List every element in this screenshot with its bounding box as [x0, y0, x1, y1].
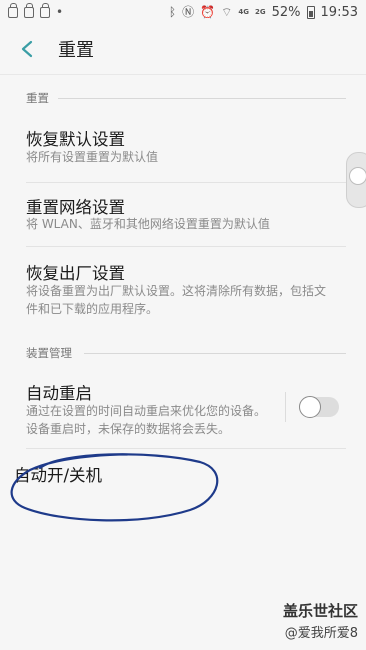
- chevron-left-icon: [21, 40, 33, 58]
- toggle-separator: [285, 392, 286, 422]
- auto-restart-toggle[interactable]: [299, 396, 339, 418]
- item-divider: [26, 246, 346, 247]
- item-title: 恢复出厂设置: [26, 264, 125, 283]
- item-restore-defaults[interactable]: 恢复默认设置 将所有设置重置为默认值: [0, 118, 366, 180]
- battery-icon: [306, 5, 315, 19]
- app-header: 重置: [0, 24, 366, 74]
- page-title: 重置: [58, 40, 94, 61]
- item-desc: 通过在设置的时间自动重启来优化您的设备。设备重启时，未保存的数据将会丢失。: [26, 404, 267, 436]
- item-title: 恢复默认设置: [26, 130, 125, 149]
- wifi-icon: ⌔: [221, 5, 233, 19]
- status-right: ᛒ Ⓝ ⏰ ⌔ 4G 2G 52% 19:53: [169, 5, 358, 20]
- watermark-logo: 盖乐世社区: [282, 602, 358, 620]
- alarm-icon: ⏰: [200, 5, 216, 19]
- section-rule: [84, 353, 346, 354]
- toggle-knob: [299, 396, 321, 418]
- bear-face-icon: [349, 167, 366, 185]
- network-4g-label: 4G: [238, 7, 249, 16]
- item-reset-network[interactable]: 重置网络设置 将 WLAN、蓝牙和其他网络设置重置为默认值: [0, 184, 366, 246]
- item-desc: 将设备重置为出厂默认设置。这将清除所有数据，包括文件和已下载的应用程序。: [26, 284, 327, 316]
- section-label-device-management: 装置管理: [26, 346, 72, 360]
- header-divider: [0, 74, 366, 75]
- network-4g-2g-label: 2G: [255, 7, 266, 16]
- item-desc: 将所有设置重置为默认值: [26, 150, 159, 164]
- status-bar: • ᛒ Ⓝ ⏰ ⌔ 4G 2G 52% 19:53: [0, 0, 366, 24]
- item-title: 自动开/关机: [14, 466, 103, 485]
- clock-time: 19:53: [320, 4, 358, 20]
- item-title: 自动重启: [26, 384, 92, 403]
- bluetooth-icon: ᛒ: [168, 5, 177, 19]
- shopping-bag-icon: [8, 2, 18, 18]
- more-dots-icon: •: [56, 5, 64, 19]
- back-button[interactable]: [16, 36, 42, 62]
- battery-percent: 52%: [271, 4, 301, 20]
- item-factory-reset[interactable]: 恢复出厂设置 将设备重置为出厂默认设置。这将清除所有数据，包括文件和已下载的应用…: [0, 250, 366, 330]
- item-divider: [26, 448, 346, 449]
- nfc-icon: Ⓝ: [182, 5, 195, 19]
- edge-panel-handle[interactable]: [346, 152, 366, 208]
- item-desc: 将 WLAN、蓝牙和其他网络设置重置为默认值: [26, 217, 270, 231]
- watermark-user: @爱我所爱8: [284, 626, 358, 641]
- shopping-bag-icon: [24, 2, 34, 18]
- section-rule: [58, 98, 346, 99]
- section-label-reset: 重置: [26, 91, 49, 105]
- status-left: •: [8, 2, 64, 19]
- shopping-bag-icon: [40, 2, 50, 18]
- item-divider: [26, 182, 346, 183]
- item-auto-power-on-off[interactable]: 自动开/关机: [0, 452, 366, 502]
